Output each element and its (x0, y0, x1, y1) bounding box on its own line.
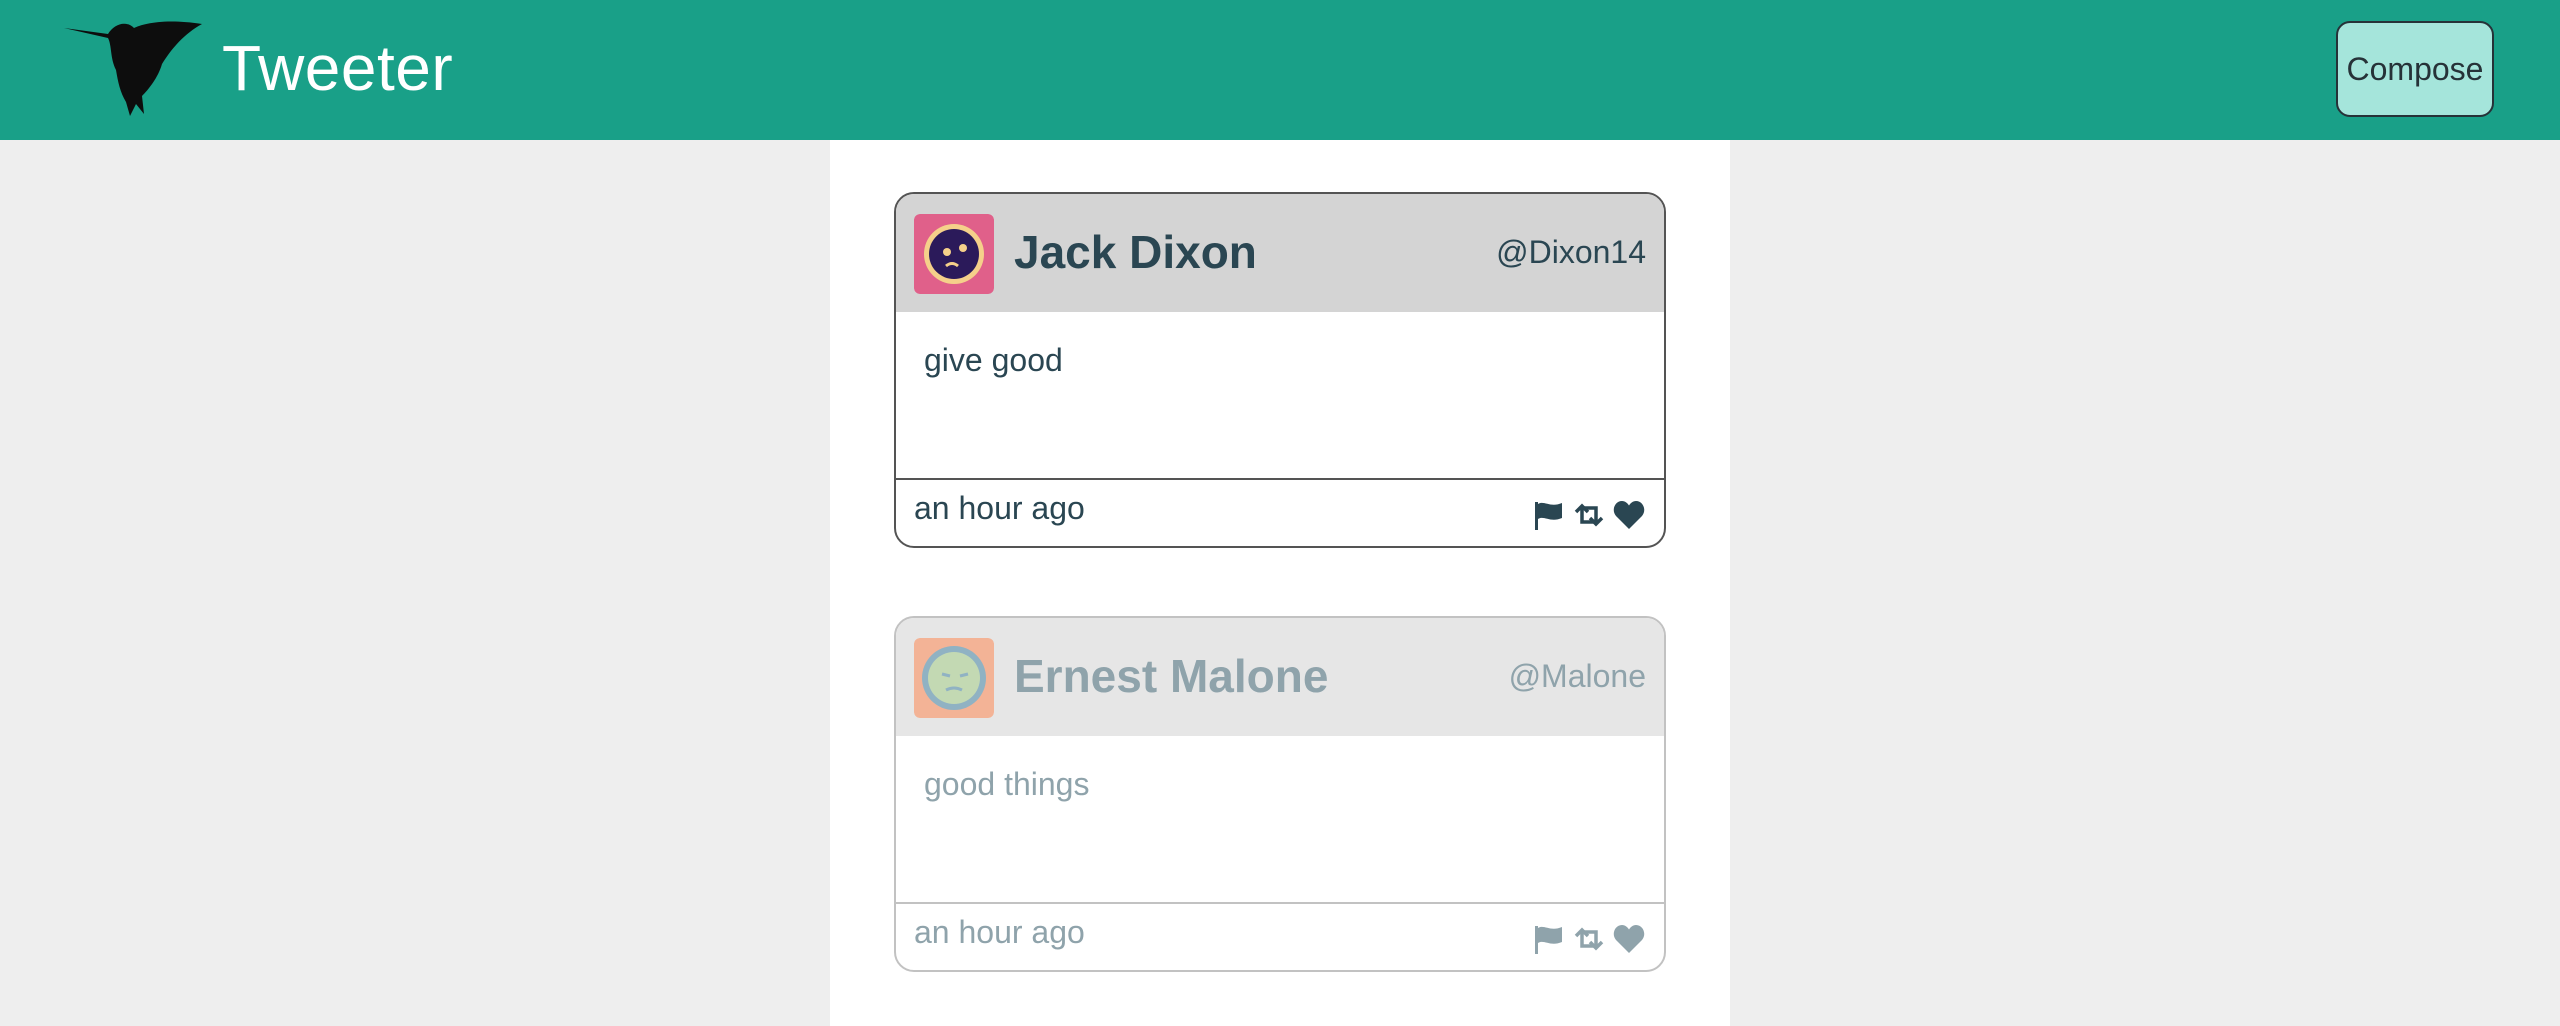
user-name: Jack Dixon (1014, 226, 1257, 278)
tweet-feed: Jack Dixon @Dixon14 give good an hour ag… (830, 140, 1730, 1026)
tweet-card: Jack Dixon @Dixon14 give good an hour ag… (894, 192, 1666, 548)
tweet-header: Ernest Malone @Malone (896, 618, 1664, 736)
tweet-actions (1532, 498, 1646, 532)
flag-icon[interactable] (1532, 498, 1566, 532)
compose-button[interactable]: Compose (2336, 21, 2494, 117)
tweet-content: good things (896, 736, 1664, 904)
user-name: Ernest Malone (1014, 650, 1329, 702)
hummingbird-logo-icon (64, 21, 202, 116)
heart-icon[interactable] (1612, 922, 1646, 956)
flag-icon[interactable] (1532, 922, 1566, 956)
retweet-icon[interactable] (1572, 498, 1606, 532)
tweet-card: Ernest Malone @Malone good things an hou… (894, 616, 1666, 972)
app-title: Tweeter (222, 32, 454, 104)
retweet-icon[interactable] (1572, 922, 1606, 956)
top-navbar: Tweeter Compose (0, 0, 2560, 140)
tweet-footer: an hour ago (896, 904, 1664, 970)
tweet-header: Jack Dixon @Dixon14 (896, 194, 1664, 312)
tweet-timestamp: an hour ago (914, 490, 1085, 526)
user-handle: @Dixon14 (1496, 234, 1646, 270)
avatar (914, 214, 994, 294)
tweet-actions (1532, 922, 1646, 956)
tweet-footer: an hour ago (896, 480, 1664, 546)
tweet-content: give good (896, 312, 1664, 480)
user-handle: @Malone (1508, 658, 1646, 694)
heart-icon[interactable] (1612, 498, 1646, 532)
tweet-timestamp: an hour ago (914, 914, 1085, 950)
avatar (914, 638, 994, 718)
